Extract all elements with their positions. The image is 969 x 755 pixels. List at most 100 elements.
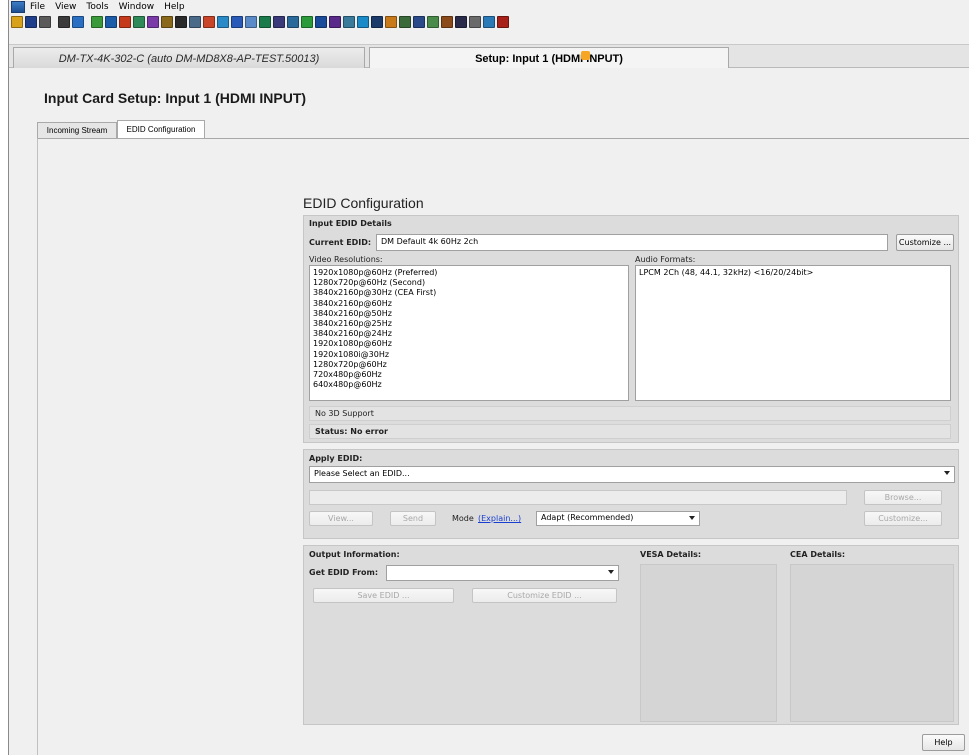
audio-formats-label: Audio Formats: [635, 255, 696, 264]
current-edid-label: Current EDID: [309, 238, 372, 247]
panel-icon[interactable] [287, 16, 299, 28]
video-resolution-item[interactable]: 3840x2160p@60Hz [313, 299, 625, 309]
menu-tools[interactable]: Tools [81, 2, 113, 12]
bars-icon[interactable] [119, 16, 131, 28]
device-icon[interactable] [58, 16, 70, 28]
tab-incoming-stream-label: Incoming Stream [46, 126, 108, 135]
save-edid-button[interactable]: Save EDID ... [313, 588, 454, 603]
menu-file[interactable]: File [25, 2, 50, 12]
mode-label: Mode [452, 514, 474, 523]
monitor-icon[interactable] [105, 16, 117, 28]
menu-view[interactable]: View [50, 2, 81, 12]
video-resolution-item[interactable]: 1920x1080p@60Hz (Preferred) [313, 268, 625, 278]
window-icon[interactable] [245, 16, 257, 28]
edid-config-title: EDID Configuration [303, 195, 424, 211]
chip-icon[interactable] [371, 16, 383, 28]
explain-link[interactable]: (Explain...) [478, 514, 521, 523]
matrix-icon[interactable] [329, 16, 341, 28]
edid-file-path-field[interactable] [309, 490, 847, 505]
grid-icon[interactable] [147, 16, 159, 28]
video-resolution-item[interactable]: 3840x2160p@30Hz (CEA First) [313, 288, 625, 298]
mode-select[interactable]: Adapt (Recommended) [536, 511, 700, 526]
vesa-details-label: VESA Details: [640, 550, 702, 559]
video-resolution-item[interactable]: 1920x1080i@30Hz [313, 350, 625, 360]
tab-incoming-stream[interactable]: Incoming Stream [37, 122, 117, 138]
calendar-icon[interactable] [231, 16, 243, 28]
mode-select-value: Adapt (Recommended) [541, 513, 634, 522]
chevron-down-icon [944, 471, 950, 475]
doc-tab-device-label: DM-TX-4K-302-C (auto DM-MD8X8-AP-TEST.50… [58, 52, 320, 65]
doc-icon[interactable] [189, 16, 201, 28]
info-icon[interactable] [72, 16, 84, 28]
audio-formats-list[interactable]: LPCM 2Ch (48, 44.1, 32kHz) <16/20/24bit> [635, 265, 951, 401]
send-button[interactable]: Send [390, 511, 436, 526]
application-window: File View Tools Window Help DM-TX-4K-302… [8, 0, 969, 755]
customize-apply-button[interactable]: Customize... [864, 511, 942, 526]
green-block-icon[interactable] [301, 16, 313, 28]
video-resolution-item[interactable]: 640x480p@60Hz [313, 380, 625, 390]
network-icon[interactable] [133, 16, 145, 28]
rocket-icon[interactable] [203, 16, 215, 28]
menubar: File View Tools Window Help [9, 0, 969, 14]
toolbar [9, 14, 969, 30]
film-icon[interactable] [175, 16, 187, 28]
video-resolution-item[interactable]: 3840x2160p@25Hz [313, 319, 625, 329]
wifi-icon[interactable] [357, 16, 369, 28]
edid-select[interactable]: Please Select an EDID... [309, 466, 955, 483]
status-field: Status: No error [309, 424, 951, 439]
lock-icon [581, 51, 590, 60]
menu-help[interactable]: Help [159, 2, 190, 12]
video-resolution-item[interactable]: 1280x720p@60Hz (Second) [313, 278, 625, 288]
video-resolutions-label: Video Resolutions: [309, 255, 383, 264]
video-resolution-item[interactable]: 1280x720p@60Hz [313, 360, 625, 370]
db-icon[interactable] [399, 16, 411, 28]
video-resolution-item[interactable]: 720x480p@60Hz [313, 370, 625, 380]
video-resolution-item[interactable]: 3840x2160p@50Hz [313, 309, 625, 319]
tiles-icon[interactable] [497, 16, 509, 28]
terminal-icon[interactable] [455, 16, 467, 28]
gear-icon[interactable] [469, 16, 481, 28]
output-information-panel: Output Information: Get EDID From: Save … [303, 545, 959, 725]
chart-icon[interactable] [217, 16, 229, 28]
browse-button[interactable]: Browse... [864, 490, 942, 505]
page-title: Input Card Setup: Input 1 (HDMI INPUT) [44, 90, 307, 106]
pen-icon[interactable] [441, 16, 453, 28]
view-button[interactable]: View... [309, 511, 373, 526]
refresh-icon[interactable] [91, 16, 103, 28]
audio-format-item[interactable]: LPCM 2Ch (48, 44.1, 32kHz) <16/20/24bit> [639, 268, 947, 278]
customize-current-edid-button[interactable]: Customize ... [896, 234, 954, 251]
menu-window[interactable]: Window [114, 2, 160, 12]
list-icon[interactable] [259, 16, 271, 28]
globe-icon[interactable] [483, 16, 495, 28]
doc-tab-device[interactable]: DM-TX-4K-302-C (auto DM-MD8X8-AP-TEST.50… [13, 47, 365, 69]
camera-icon[interactable] [343, 16, 355, 28]
help-button[interactable]: Help [922, 734, 965, 751]
cea-details-label: CEA Details: [790, 550, 846, 559]
audio-formats-items: LPCM 2Ch (48, 44.1, 32kHz) <16/20/24bit> [636, 266, 950, 280]
video-resolution-item[interactable]: 3840x2160p@24Hz [313, 329, 625, 339]
video-resolutions-list[interactable]: 1920x1080p@60Hz (Preferred) 1280x720p@60H… [309, 265, 629, 401]
video-resolution-item[interactable]: 1920x1080p@60Hz [313, 339, 625, 349]
blue-block-icon[interactable] [315, 16, 327, 28]
input-edid-details-panel: Input EDID Details Current EDID: DM Defa… [303, 215, 959, 443]
chevron-down-icon [689, 516, 695, 520]
close-x-icon[interactable] [39, 16, 51, 28]
3d-support-field: No 3D Support [309, 406, 951, 421]
input-edid-details-label: Input EDID Details [309, 219, 392, 228]
get-edid-from-select[interactable] [386, 565, 619, 581]
tab-edid-configuration[interactable]: EDID Configuration [117, 120, 205, 138]
chevron-down-icon [608, 570, 614, 574]
doc-tab-setup[interactable]: Setup: Input 1 (HDMI INPUT) [369, 47, 729, 69]
table-icon[interactable] [413, 16, 425, 28]
output-information-label: Output Information: [309, 550, 400, 559]
text-icon[interactable] [273, 16, 285, 28]
customize-edid-button[interactable]: Customize EDID ... [472, 588, 617, 603]
save-icon[interactable] [25, 16, 37, 28]
image-icon[interactable] [427, 16, 439, 28]
edid-select-value: Please Select an EDID... [314, 469, 410, 478]
open-folder-icon[interactable] [11, 16, 23, 28]
signal-icon[interactable] [385, 16, 397, 28]
tools-icon[interactable] [161, 16, 173, 28]
doc-tab-setup-label: Setup: Input 1 (HDMI INPUT) [475, 52, 623, 65]
document-tabs: DM-TX-4K-302-C (auto DM-MD8X8-AP-TEST.50… [9, 44, 969, 69]
